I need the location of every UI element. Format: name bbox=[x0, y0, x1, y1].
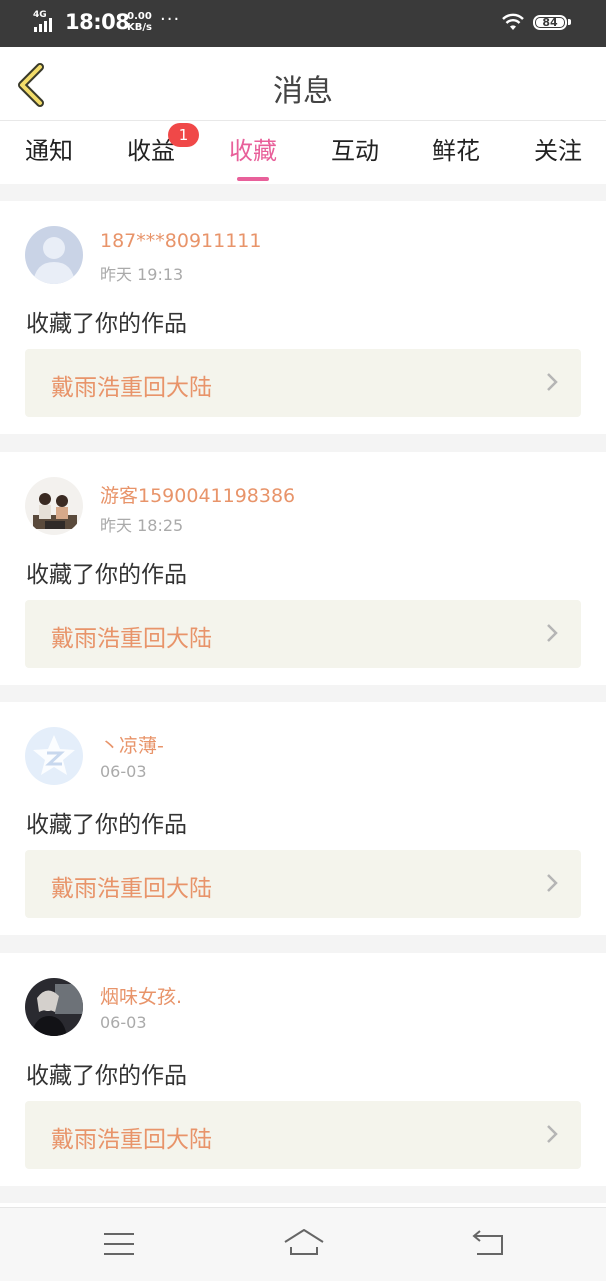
return-button[interactable] bbox=[469, 1226, 509, 1262]
action-text: 收藏了你的作品 bbox=[26, 562, 187, 588]
chevron-right-icon bbox=[547, 373, 558, 391]
tab-bar: 通知 收益 1 收藏 互动 鲜花 关注 bbox=[0, 121, 606, 184]
work-title: 戴雨浩重回大陆 bbox=[51, 1127, 212, 1153]
home-icon bbox=[284, 1229, 324, 1255]
status-bar: 4G 18:08 0.00 KB/s ··· 84 bbox=[0, 0, 606, 47]
timestamp: 06-03 bbox=[100, 762, 147, 781]
action-text: 收藏了你的作品 bbox=[26, 311, 187, 337]
work-link[interactable]: 戴雨浩重回大陆 bbox=[25, 349, 581, 417]
tab-flowers[interactable]: 鲜花 bbox=[406, 131, 506, 166]
work-link[interactable]: 戴雨浩重回大陆 bbox=[25, 600, 581, 668]
more-dots-icon: ··· bbox=[160, 9, 181, 30]
menu-icon bbox=[104, 1233, 134, 1255]
action-text: 收藏了你的作品 bbox=[26, 1063, 187, 1089]
speed-unit: KB/s bbox=[127, 22, 152, 33]
tab-label: 关注 bbox=[534, 137, 582, 165]
active-tab-indicator bbox=[237, 177, 269, 181]
avatar[interactable] bbox=[25, 226, 83, 284]
tab-interaction[interactable]: 互动 bbox=[305, 131, 405, 166]
notification-card: 丶凉薄- 06-03 收藏了你的作品 戴雨浩重回大陆 bbox=[0, 702, 606, 935]
tab-notice[interactable]: 通知 bbox=[0, 131, 99, 166]
work-title: 戴雨浩重回大陆 bbox=[51, 626, 212, 652]
tab-label: 互动 bbox=[331, 137, 379, 165]
signal-icon bbox=[34, 18, 58, 32]
work-title: 戴雨浩重回大陆 bbox=[51, 375, 212, 401]
timestamp: 昨天 18:25 bbox=[100, 516, 184, 535]
user-name[interactable]: 丶凉薄- bbox=[100, 731, 164, 758]
action-text: 收藏了你的作品 bbox=[26, 812, 187, 838]
tab-earnings[interactable]: 收益 1 bbox=[101, 123, 201, 166]
system-navigation-bar bbox=[0, 1207, 606, 1281]
home-button[interactable] bbox=[283, 1226, 324, 1262]
chevron-right-icon bbox=[547, 624, 558, 642]
children-photo-avatar-icon bbox=[25, 477, 83, 535]
wifi-icon bbox=[502, 13, 524, 30]
chevron-right-icon bbox=[547, 874, 558, 892]
tab-label: 收藏 bbox=[229, 137, 277, 165]
tab-favorites[interactable]: 收藏 bbox=[203, 131, 303, 181]
work-link[interactable]: 戴雨浩重回大陆 bbox=[25, 850, 581, 918]
unread-badge: 1 bbox=[168, 123, 199, 147]
notification-card: 烟味女孩. 06-03 收藏了你的作品 戴雨浩重回大陆 bbox=[0, 953, 606, 1186]
tab-label: 鲜花 bbox=[432, 137, 480, 165]
tab-label: 收益 bbox=[127, 137, 175, 165]
qzone-star-avatar-icon bbox=[25, 727, 83, 785]
user-name[interactable]: 游客1590041198386 bbox=[100, 481, 295, 508]
clock: 18:08 bbox=[65, 10, 130, 34]
avatar[interactable] bbox=[25, 727, 83, 785]
page-title: 消息 bbox=[273, 74, 333, 109]
timestamp: 06-03 bbox=[100, 1013, 147, 1032]
avatar[interactable] bbox=[25, 477, 83, 535]
speed-value: 0.00 bbox=[127, 11, 152, 22]
notification-card: 游客1590041198386 昨天 18:25 收藏了你的作品 戴雨浩重回大陆 bbox=[0, 452, 606, 685]
tab-follow[interactable]: 关注 bbox=[508, 131, 606, 166]
user-name[interactable]: 187***80911111 bbox=[100, 230, 261, 252]
default-person-avatar-icon bbox=[25, 226, 83, 284]
battery-icon: 84 bbox=[533, 15, 567, 30]
return-icon bbox=[472, 1230, 503, 1255]
work-link[interactable]: 戴雨浩重回大陆 bbox=[25, 1101, 581, 1169]
timestamp: 昨天 19:13 bbox=[100, 265, 184, 284]
work-title: 戴雨浩重回大陆 bbox=[51, 876, 212, 902]
avatar[interactable] bbox=[25, 978, 83, 1036]
network-speed: 0.00 KB/s bbox=[127, 11, 152, 33]
user-name[interactable]: 烟味女孩. bbox=[100, 982, 182, 1009]
chevron-right-icon bbox=[547, 1125, 558, 1143]
girl-photo-avatar-icon bbox=[25, 978, 83, 1036]
notification-card: 187***80911111 昨天 19:13 收藏了你的作品 戴雨浩重回大陆 bbox=[0, 201, 606, 434]
tab-label: 通知 bbox=[25, 137, 73, 165]
menu-button[interactable] bbox=[99, 1226, 139, 1262]
app-header: 消息 bbox=[0, 47, 606, 121]
battery-tip bbox=[568, 19, 571, 25]
battery-level: 84 bbox=[542, 16, 558, 29]
